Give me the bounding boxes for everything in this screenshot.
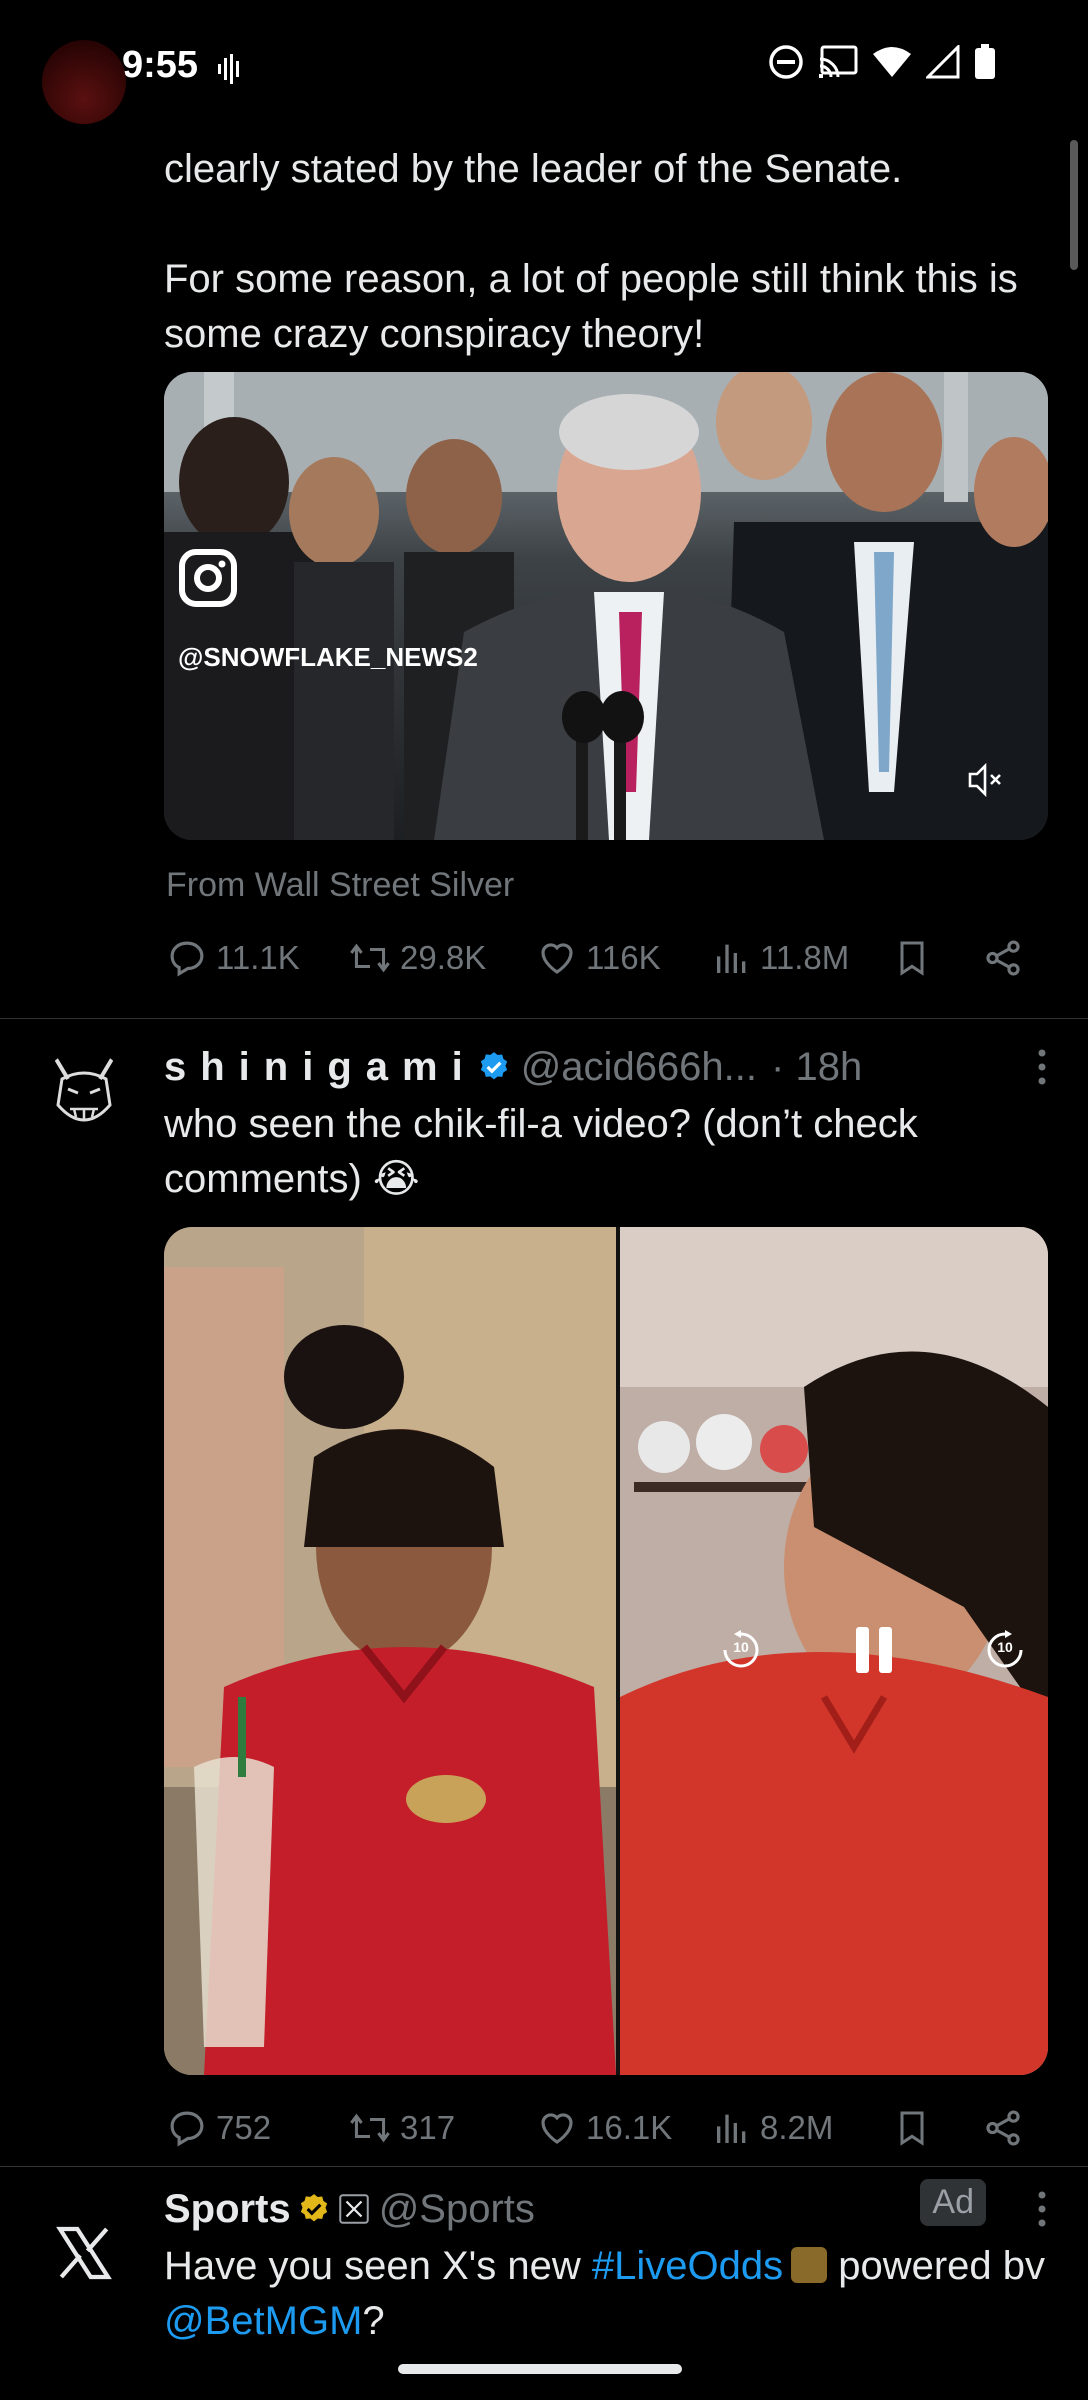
tweet-text: who seen the chik-fil-a video? (don’t ch… [164, 1102, 929, 1201]
verified-badge-icon [480, 1052, 507, 1080]
wifi-icon [873, 47, 911, 77]
tweet-text-start: Have you seen X's new [164, 2244, 592, 2288]
repost-count: 317 [400, 2109, 456, 2146]
hashtag-link[interactable]: #LiveOdds [592, 2244, 783, 2288]
like-count: 16.1K [586, 2109, 673, 2146]
ad-badge: Ad [920, 2179, 986, 2226]
video-frame [164, 372, 1048, 840]
repost-icon [350, 2113, 390, 2143]
reply-button[interactable]: 11.1K [166, 937, 300, 979]
bookmark-button[interactable] [892, 937, 932, 979]
tweet-1[interactable]: clearly stated by the leader of the Sena… [0, 40, 1088, 1018]
like-button[interactable]: 16.1K [536, 2107, 672, 2149]
pause-icon [856, 1627, 892, 1673]
x-logo-avatar[interactable] [42, 2211, 126, 2295]
views-button[interactable]: 8.2M [712, 2107, 833, 2149]
tweet-text-paragraph: For some reason, a lot of people still t… [164, 257, 1029, 356]
share-icon [986, 940, 1020, 976]
tweet-header: shinigami @acid666h... · 18h [164, 1037, 1048, 1097]
rewind-10-button[interactable]: 10 [720, 1629, 762, 1671]
video-player[interactable]: @SNOWFLAKE_NEWS2 [164, 372, 1048, 840]
repost-icon [350, 943, 390, 973]
views-icon [717, 2114, 746, 2143]
more-options-icon[interactable] [1036, 2189, 1048, 2229]
bookmark-icon [900, 2111, 924, 2146]
bookmark-icon [900, 941, 924, 976]
forward-10-button[interactable]: 10 [984, 1629, 1026, 1671]
bookmark-button[interactable] [892, 2107, 932, 2149]
cellular-signal-icon [926, 45, 960, 79]
battery-icon [975, 44, 995, 79]
tweet-text: clearly stated by the leader of the Sena… [164, 147, 903, 191]
reply-icon [170, 941, 204, 977]
tweet-2[interactable]: shinigami @acid666h... · 18h who seen th… [0, 1019, 1088, 2166]
user-handle[interactable]: @acid666h... [521, 1045, 757, 1090]
avatar[interactable] [42, 40, 126, 124]
tweet-header: Sports @Sports Ad [164, 2179, 1048, 2239]
media-source[interactable]: From Wall Street Silver [166, 866, 1048, 905]
like-count: 116K [586, 939, 661, 976]
share-button[interactable] [982, 2107, 1024, 2149]
pause-button[interactable] [852, 1625, 896, 1675]
views-count: 11.8M [760, 939, 850, 976]
more-options-icon[interactable] [1036, 1047, 1048, 1087]
x-affiliate-badge-icon [338, 2194, 369, 2224]
tweet-timestamp[interactable]: · 18h [771, 1045, 862, 1090]
reply-button[interactable]: 752 [166, 2107, 271, 2149]
repost-button[interactable]: 29.8K [348, 937, 486, 979]
tweet-actions: 752 317 16.1K 8.2M [164, 2107, 1048, 2167]
cast-icon [819, 45, 858, 78]
home-indicator[interactable] [398, 2364, 682, 2374]
display-name[interactable]: shinigami [164, 1045, 477, 1090]
like-button[interactable]: 116K [536, 937, 661, 979]
reply-icon [170, 2111, 204, 2147]
views-icon [717, 944, 746, 973]
do-not-disturb-icon [769, 45, 803, 79]
x-logo-icon [56, 2226, 112, 2280]
views-count: 8.2M [760, 2109, 834, 2146]
display-name[interactable]: Sports [164, 2187, 291, 2232]
share-button[interactable] [982, 937, 1024, 979]
video-controls: 10 10 [164, 1227, 1048, 2075]
tweet-text-end: ? [362, 2299, 385, 2343]
tweet-actions: 11.1K 29.8K 116K 11.8M [164, 937, 1048, 997]
share-icon [986, 2110, 1020, 2146]
verified-gold-badge-icon [300, 2194, 327, 2222]
tweet-text-middle: powered bv [827, 2244, 1057, 2288]
instagram-icon [179, 549, 237, 607]
user-handle[interactable]: @Sports [379, 2187, 535, 2232]
forward-seconds: 10 [997, 1639, 1013, 1655]
heart-icon [541, 943, 573, 974]
mention-link[interactable]: @BetMGM [164, 2299, 362, 2343]
avatar[interactable] [42, 1049, 126, 1133]
repost-count: 29.8K [400, 939, 487, 976]
tweet-text: Have you seen X's new #LiveOdds powered … [164, 2239, 1048, 2349]
rewind-seconds: 10 [733, 1639, 749, 1655]
views-button[interactable]: 11.8M [712, 937, 849, 979]
heart-icon [541, 2113, 573, 2144]
voice-activity-icon [218, 54, 239, 84]
oni-mask-avatar-icon [54, 1057, 114, 1122]
video-watermark: @SNOWFLAKE_NEWS2 [178, 642, 478, 672]
repost-button[interactable]: 317 [348, 2107, 455, 2149]
muted-volume-icon[interactable] [964, 760, 1004, 800]
reply-count: 11.1K [216, 939, 300, 976]
money-bag-emoji-icon [791, 2247, 828, 2283]
reply-count: 752 [216, 2109, 272, 2146]
status-time: 9:55 [122, 44, 199, 86]
video-player[interactable]: 10 10 [164, 1227, 1048, 2075]
